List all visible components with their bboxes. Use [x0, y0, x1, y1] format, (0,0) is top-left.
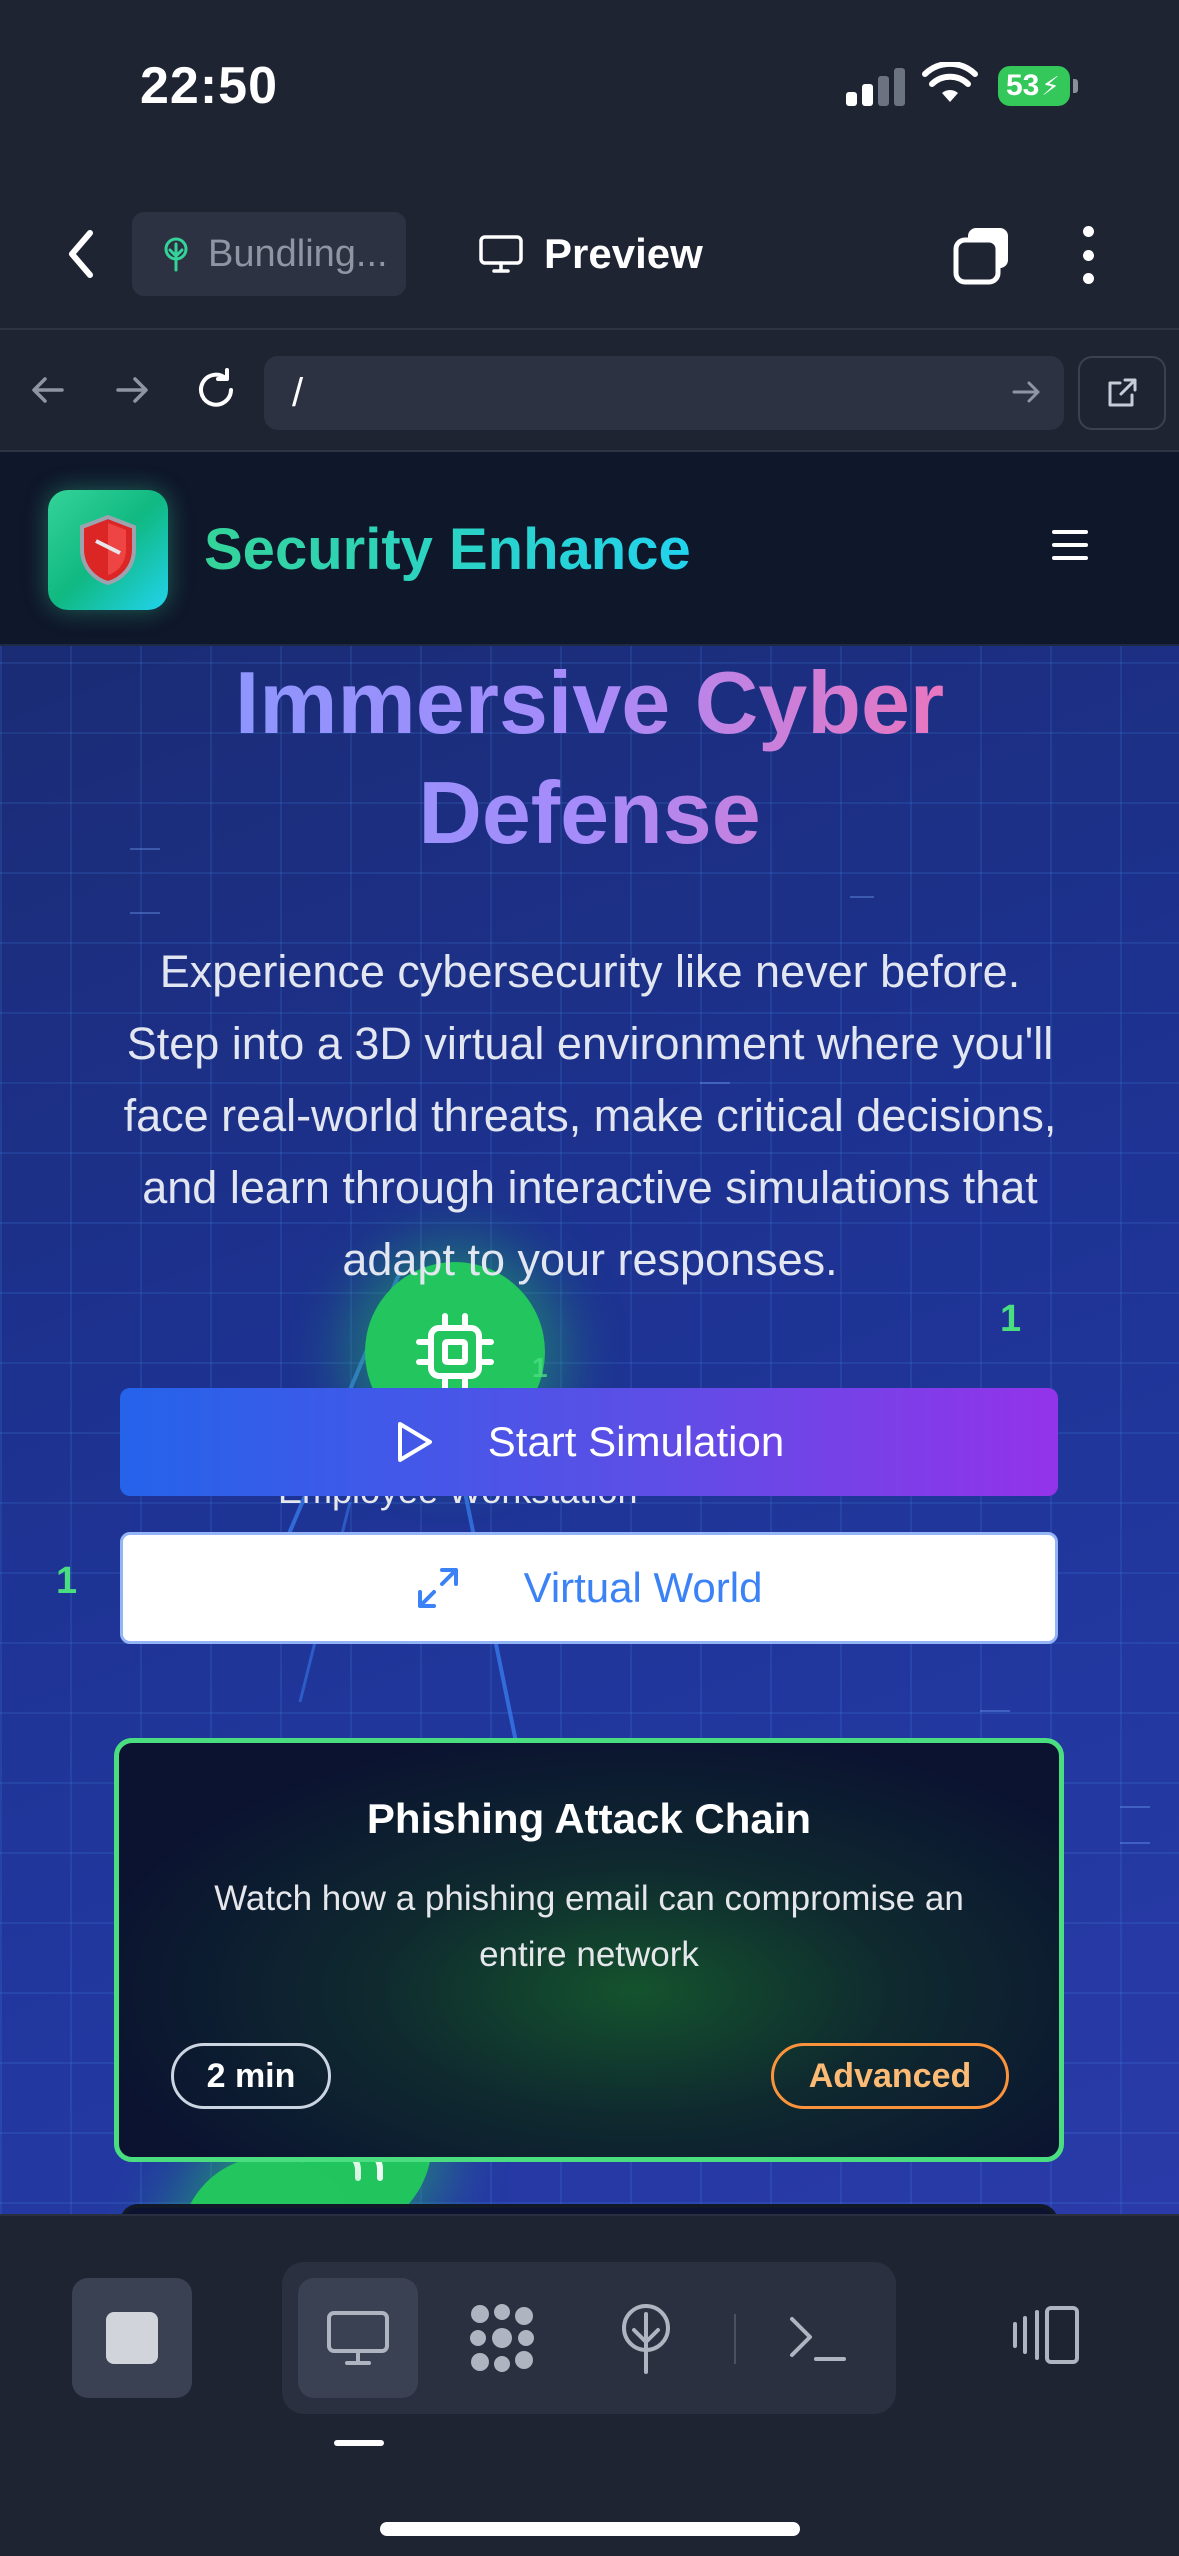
web-viewport[interactable]: Employee Workstation 1 1 1 Security Enha…	[0, 452, 1179, 2214]
browser-back-button[interactable]	[20, 362, 76, 418]
shield-icon	[80, 514, 136, 586]
open-external-button[interactable]	[1078, 356, 1166, 430]
preview-label: Preview	[544, 230, 703, 277]
preview-view-button[interactable]	[298, 2278, 418, 2398]
grid-blocks-icon	[470, 2304, 534, 2372]
hero-title-line1: Immersive Cyber	[234, 653, 945, 752]
stop-icon	[106, 2312, 158, 2364]
home-indicator	[380, 2522, 800, 2536]
go-arrow-icon[interactable]	[1006, 372, 1046, 412]
active-tab-indicator	[334, 2440, 384, 2446]
components-view-button[interactable]	[442, 2278, 562, 2398]
browser-toolbar: /	[0, 332, 1179, 452]
monitor-icon	[327, 2311, 389, 2365]
node-count: 1	[56, 1560, 78, 1602]
back-button[interactable]	[56, 224, 106, 284]
battery-icon: 53 ⚡	[998, 66, 1078, 106]
tree-icon	[622, 2304, 670, 2374]
card-title: Phishing Attack Chain	[366, 1795, 812, 1842]
bundling-label: Bundling...	[208, 232, 388, 275]
menu-icon[interactable]	[1052, 530, 1088, 560]
wifi-icon	[922, 62, 978, 102]
terminal-view-button[interactable]	[758, 2278, 878, 2398]
expand-icon	[417, 1568, 458, 1608]
chevron-left-icon	[69, 230, 93, 278]
reload-icon	[199, 368, 233, 407]
external-link-icon	[1108, 378, 1137, 407]
arrow-left-icon	[32, 377, 64, 403]
node-count: 1	[532, 1352, 548, 1383]
cellular-signal-icon	[846, 66, 906, 106]
cpu-icon	[416, 1313, 494, 1391]
stop-button[interactable]	[72, 2278, 192, 2398]
card-description: Watch how a phishing email can compromis…	[214, 1879, 964, 1974]
arrow-right-icon	[116, 377, 148, 403]
site-navbar: Security Enhance	[0, 452, 1179, 646]
difficulty-badge: Advanced	[771, 2043, 1009, 2109]
url-text: /	[292, 370, 304, 415]
battery-level: 53	[1006, 69, 1040, 102]
device-toggle-button[interactable]	[1006, 2290, 1086, 2380]
hero-title-line2: Defense	[418, 763, 761, 862]
device-layout-icon	[1013, 2306, 1079, 2364]
toolbar-divider	[734, 2314, 736, 2364]
view-switcher	[282, 2262, 896, 2414]
tabs-icon[interactable]	[950, 224, 1014, 288]
brand-name[interactable]: Security Enhance	[204, 516, 691, 583]
start-simulation-button[interactable]: Start Simulation	[120, 1388, 1058, 1496]
scenario-card[interactable]: Phishing Attack Chain Watch how a phishi…	[114, 1738, 1064, 2162]
monitor-icon	[479, 235, 523, 273]
status-bar: 22:50 53 ⚡	[0, 0, 1179, 180]
app-header: Bundling... Preview	[0, 180, 1179, 330]
browser-forward-button[interactable]	[104, 362, 160, 418]
network-view-button[interactable]	[586, 2278, 706, 2398]
preview-tab[interactable]: Preview	[478, 224, 703, 284]
next-scenario-card[interactable]	[120, 2204, 1058, 2214]
hero-title: Immersive Cyber Defense	[0, 648, 1179, 868]
play-icon	[397, 1422, 432, 1462]
status-time: 22:50	[140, 57, 278, 115]
hero-description: Experience cybersecurity like never befo…	[123, 946, 1057, 1285]
tree-icon	[164, 237, 188, 272]
duration-badge: 2 min	[171, 2043, 331, 2109]
more-options-icon[interactable]	[1068, 220, 1108, 290]
terminal-icon	[790, 2317, 846, 2361]
logo[interactable]	[48, 490, 168, 610]
reload-button[interactable]	[188, 362, 244, 418]
bundling-status[interactable]: Bundling...	[132, 212, 406, 296]
virtual-world-button[interactable]: Virtual World	[120, 1532, 1058, 1644]
bottom-toolbar	[0, 2214, 1179, 2556]
url-input[interactable]: /	[264, 356, 1064, 430]
node-count: 1	[1000, 1298, 1022, 1340]
virtual-world-label: Virtual World	[523, 1564, 763, 1611]
start-simulation-label: Start Simulation	[487, 1418, 785, 1465]
